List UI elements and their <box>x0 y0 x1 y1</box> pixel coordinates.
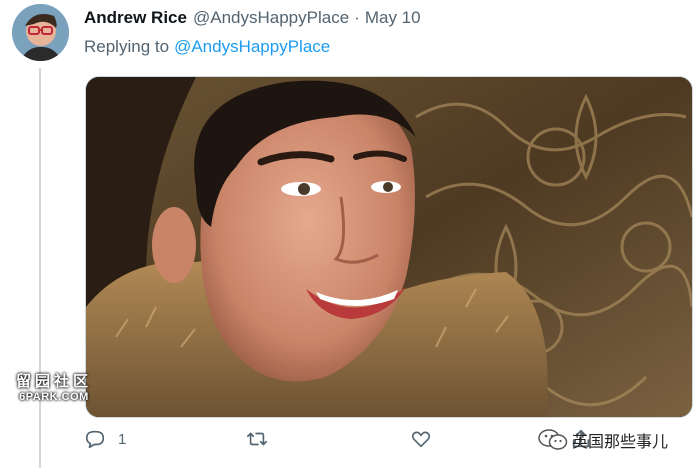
thread-connector-line <box>39 68 41 468</box>
replying-to-handle[interactable]: @AndysHappyPlace <box>174 37 330 56</box>
header-separator: · <box>354 8 360 27</box>
tweet-photo[interactable] <box>85 76 693 418</box>
author-avatar[interactable] <box>12 4 69 61</box>
reply-bubble-icon <box>85 430 105 449</box>
like-action[interactable] <box>410 428 432 450</box>
heart-icon <box>411 431 431 448</box>
photo-portrait <box>86 77 692 417</box>
retweet-action[interactable] <box>246 428 268 450</box>
replying-to-line: Replying to @AndysHappyPlace <box>84 37 330 57</box>
wechat-icon <box>538 429 568 450</box>
tweet-date[interactable]: May 10 <box>365 8 421 28</box>
watermark-left-title: 留园社区 <box>15 373 92 390</box>
author-handle[interactable]: @AndysHappyPlace <box>193 8 349 28</box>
watermark-6park: 留园社区 6PARK.COM <box>8 370 100 403</box>
tweet-header: Andrew Rice @AndysHappyPlace · May 10 <box>84 8 421 30</box>
replying-to-label: Replying to <box>84 37 170 56</box>
watermark-left-sub: 6PARK.COM <box>19 391 89 403</box>
watermark-wechat: 英国那些事儿 <box>538 428 668 452</box>
author-display-name[interactable]: Andrew Rice <box>84 8 187 28</box>
watermark-right-text: 英国那些事儿 <box>572 434 669 451</box>
reply-count: 1 <box>118 430 127 448</box>
avatar-image <box>12 4 69 61</box>
reply-action[interactable]: 1 <box>84 428 126 450</box>
retweet-icon <box>247 432 267 446</box>
